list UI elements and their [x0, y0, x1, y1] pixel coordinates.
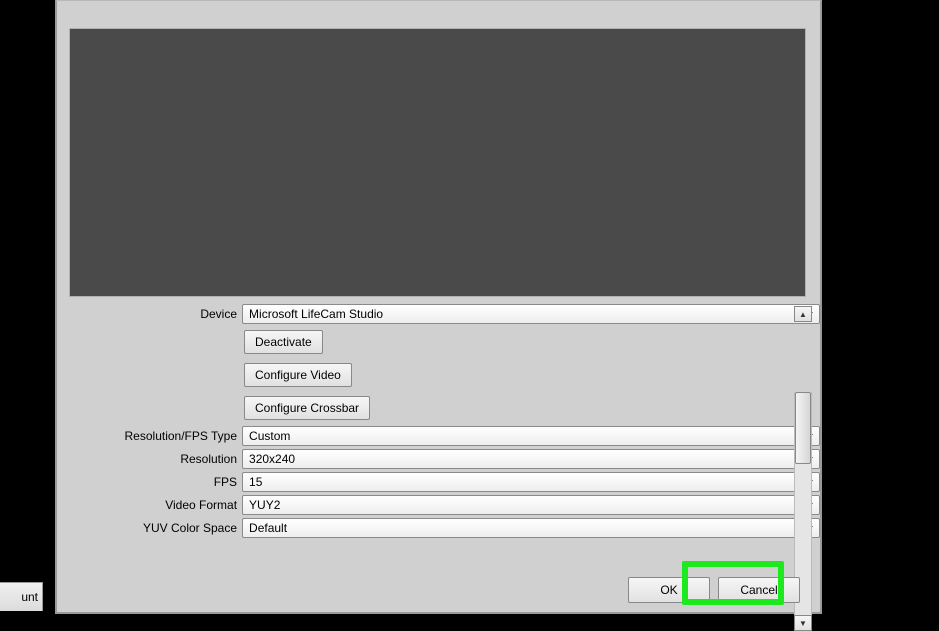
resolution-fps-type-value: Custom	[249, 429, 290, 443]
video-format-value: YUY2	[249, 498, 280, 512]
video-format-label: Video Format	[57, 498, 242, 512]
video-preview-area	[69, 28, 806, 297]
background-partial-text: unt	[0, 582, 43, 611]
deactivate-button[interactable]: Deactivate	[244, 330, 323, 354]
device-select[interactable]: Microsoft LifeCam Studio	[242, 304, 820, 324]
device-label: Device	[57, 307, 242, 321]
scroll-down-icon[interactable]: ▼	[794, 615, 812, 631]
fps-label: FPS	[57, 475, 242, 489]
video-format-select[interactable]: YUY2	[242, 495, 820, 515]
configure-crossbar-button[interactable]: Configure Crossbar	[244, 396, 370, 420]
fps-select[interactable]: 15	[242, 472, 820, 492]
properties-dialog: Device Microsoft LifeCam Studio Deactiva…	[55, 0, 822, 614]
cancel-button[interactable]: Cancel	[718, 577, 800, 603]
scroll-thumb[interactable]	[795, 392, 811, 464]
yuv-color-space-value: Default	[249, 521, 287, 535]
yuv-color-space-select[interactable]: Default	[242, 518, 820, 538]
resolution-value: 320x240	[249, 452, 295, 466]
form-scrollbar[interactable]: ▲ ▼	[794, 306, 812, 561]
resolution-fps-type-select[interactable]: Custom	[242, 426, 820, 446]
configure-video-button[interactable]: Configure Video	[244, 363, 352, 387]
ok-button[interactable]: OK	[628, 577, 710, 603]
device-value: Microsoft LifeCam Studio	[249, 307, 383, 321]
fps-value: 15	[249, 475, 262, 489]
yuv-color-space-label: YUV Color Space	[57, 521, 242, 535]
form-area: Device Microsoft LifeCam Studio Deactiva…	[57, 301, 820, 541]
resolution-fps-type-label: Resolution/FPS Type	[57, 429, 242, 443]
scroll-up-icon[interactable]: ▲	[794, 306, 812, 322]
resolution-select[interactable]: 320x240	[242, 449, 820, 469]
resolution-label: Resolution	[57, 452, 242, 466]
dialog-footer: OK Cancel	[57, 567, 820, 612]
